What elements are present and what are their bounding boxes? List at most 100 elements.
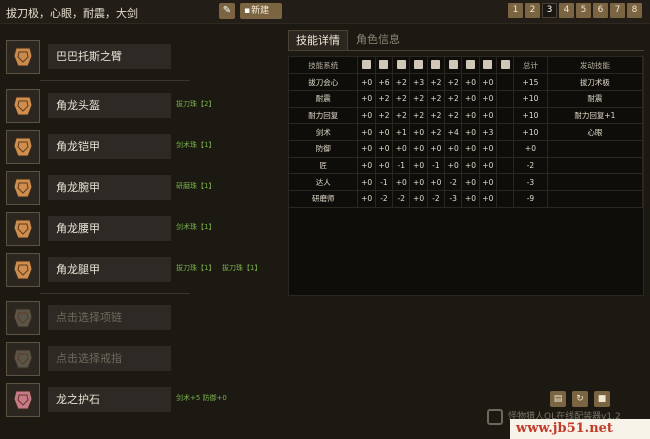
equipment-name[interactable]: 龙之护石 — [48, 387, 171, 412]
equipment-name[interactable]: 巴巴托斯之臂 — [48, 44, 171, 69]
skill-value: +4 — [444, 123, 463, 141]
equipment-slot[interactable]: 龙之护石 剑术+5 防御+0 — [6, 383, 276, 417]
skill-value-empty — [496, 123, 515, 141]
skill-value: +2 — [444, 90, 463, 108]
skill-value: +0 — [427, 173, 446, 191]
table-row: 耐震 +0 +2 +2 +2 +2 +2 +0 +0 +10 耐震 — [289, 90, 644, 108]
skill-value: +2 — [409, 107, 428, 125]
skill-trigger — [547, 157, 644, 175]
skill-trigger: 心眼 — [547, 123, 644, 141]
equipment-slot[interactable]: 角龙头盔 拔刀珠【2】 — [6, 89, 276, 123]
top-bar: 拔刀极，心眼，耐震，大剑 ✎ ▪新建 12345678 — [0, 0, 650, 24]
equipment-slot[interactable]: 角龙腰甲 剑术珠【1】 — [6, 212, 276, 246]
table-row: 匠 +0 +0 -1 +0 -1 +0 +0 +0 -2 — [289, 157, 644, 175]
leg-armor-icon[interactable] — [6, 253, 40, 287]
skill-value: +0 — [392, 173, 411, 191]
page-button-3[interactable]: 3 — [542, 3, 557, 18]
equipment-slot[interactable]: 角龙腿甲 拔刀珠【1】 拔刀珠【1】 — [6, 253, 276, 287]
page-button-1[interactable]: 1 — [508, 3, 523, 18]
skill-value: +0 — [357, 73, 376, 91]
equipment-slot[interactable]: 点击选择戒指 — [6, 342, 276, 376]
equipment-name[interactable]: 角龙腰甲 — [48, 216, 171, 241]
skill-total: +10 — [513, 90, 548, 108]
weapon-arm-icon[interactable] — [6, 40, 40, 74]
skill-value: +0 — [357, 123, 376, 141]
page-button-7[interactable]: 7 — [610, 3, 625, 18]
skill-value: +0 — [357, 173, 376, 191]
skill-value: +0 — [479, 73, 497, 91]
new-button[interactable]: ▪新建 — [240, 3, 282, 19]
skill-value: -3 — [444, 190, 463, 208]
equipment-name[interactable]: 点击选择戒指 — [48, 346, 171, 371]
skill-value: +1 — [392, 123, 411, 141]
skill-value: -1 — [375, 173, 394, 191]
equipment-slot[interactable]: 角龙腕甲 研磨珠【1】 — [6, 171, 276, 205]
skill-value: -2 — [444, 173, 463, 191]
delete-icon[interactable]: ■ — [594, 391, 610, 407]
helmet-icon — [375, 57, 394, 75]
page-selector: 12345678 — [508, 3, 644, 18]
skill-value-empty — [496, 140, 515, 158]
bottom-toolbar: ▤ ↻ ■ — [550, 391, 616, 407]
waist-armor-icon[interactable] — [6, 212, 40, 246]
talisman-icon[interactable] — [6, 383, 40, 417]
page-button-8[interactable]: 8 — [627, 3, 642, 18]
table-row: 防御 +0 +0 +0 +0 +0 +0 +0 +0 +0 — [289, 140, 644, 158]
column-header-trigger: 发动技能 — [547, 57, 644, 75]
tab-skill-details[interactable]: 技能详情 — [288, 30, 348, 50]
equipment-name[interactable]: 角龙腕甲 — [48, 175, 171, 200]
ring-icon[interactable] — [6, 342, 40, 376]
skill-value-empty — [496, 157, 515, 175]
save-icon[interactable]: ▤ — [550, 391, 566, 407]
chest-icon — [392, 57, 411, 75]
edit-button[interactable]: ✎ — [219, 3, 235, 19]
helmet-icon[interactable] — [6, 89, 40, 123]
skill-value: +2 — [427, 90, 446, 108]
equipment-slot[interactable]: 巴巴托斯之臂 — [6, 40, 276, 74]
skill-table-container: 技能系统 总计 发动技能 拔刀会心 +0 +6 +2 +3 +2 +2 +0 +0 +15 拔刀术极 耐震… — [288, 56, 644, 296]
arm-armor-icon[interactable] — [6, 171, 40, 205]
equipment-slot[interactable]: 点击选择项链 — [6, 301, 276, 335]
skill-value: +0 — [357, 90, 376, 108]
skill-name: 研磨师 — [289, 190, 359, 208]
skill-total: +0 — [513, 140, 548, 158]
skill-value: +0 — [375, 140, 394, 158]
page-button-5[interactable]: 5 — [576, 3, 591, 18]
skill-value: +3 — [479, 123, 497, 141]
skill-value: +2 — [409, 90, 428, 108]
refresh-icon[interactable]: ↻ — [572, 391, 588, 407]
necklace-icon[interactable] — [6, 301, 40, 335]
skill-trigger — [547, 140, 644, 158]
equipment-slot[interactable]: 角龙铠甲 剑术珠【1】 — [6, 130, 276, 164]
equipment-name[interactable]: 角龙铠甲 — [48, 134, 171, 159]
skill-name: 防御 — [289, 140, 359, 158]
skill-value: +0 — [461, 107, 480, 125]
arm-icon — [409, 57, 428, 75]
skill-value: +0 — [409, 123, 428, 141]
page-button-4[interactable]: 4 — [559, 3, 574, 18]
equipment-name[interactable]: 角龙头盔 — [48, 93, 171, 118]
tab-character-info[interactable]: 角色信息 — [350, 30, 406, 50]
skill-value-empty — [496, 190, 515, 208]
equipment-name[interactable]: 点击选择项链 — [48, 305, 171, 330]
skill-table: 技能系统 总计 发动技能 拔刀会心 +0 +6 +2 +3 +2 +2 +0 +0 +15 拔刀术极 耐震… — [289, 57, 644, 208]
set-title[interactable]: 拔刀极，心眼，耐震，大剑 — [6, 5, 138, 21]
skill-name: 拔刀会心 — [289, 73, 359, 91]
skill-value: +2 — [444, 73, 463, 91]
table-row: 研磨师 +0 -2 -2 +0 -2 -3 +0 +0 -9 — [289, 190, 644, 208]
skill-value: +0 — [479, 107, 497, 125]
page-button-6[interactable]: 6 — [593, 3, 608, 18]
decoration-label: 拔刀珠【1】 — [176, 264, 216, 272]
section-divider — [40, 293, 190, 294]
skill-value: -2 — [375, 190, 394, 208]
skill-value: +0 — [479, 190, 497, 208]
skill-value: +3 — [409, 73, 428, 91]
table-row: 拔刀会心 +0 +6 +2 +3 +2 +2 +0 +0 +15 拔刀术极 — [289, 73, 644, 91]
skill-value: +2 — [427, 123, 446, 141]
pencil-icon: ✎ — [222, 5, 232, 16]
decoration-label: 剑术+5 防御+0 — [176, 394, 227, 402]
equipment-name[interactable]: 角龙腿甲 — [48, 257, 171, 282]
chest-armor-icon[interactable] — [6, 130, 40, 164]
weapon-icon — [357, 57, 376, 75]
page-button-2[interactable]: 2 — [525, 3, 540, 18]
